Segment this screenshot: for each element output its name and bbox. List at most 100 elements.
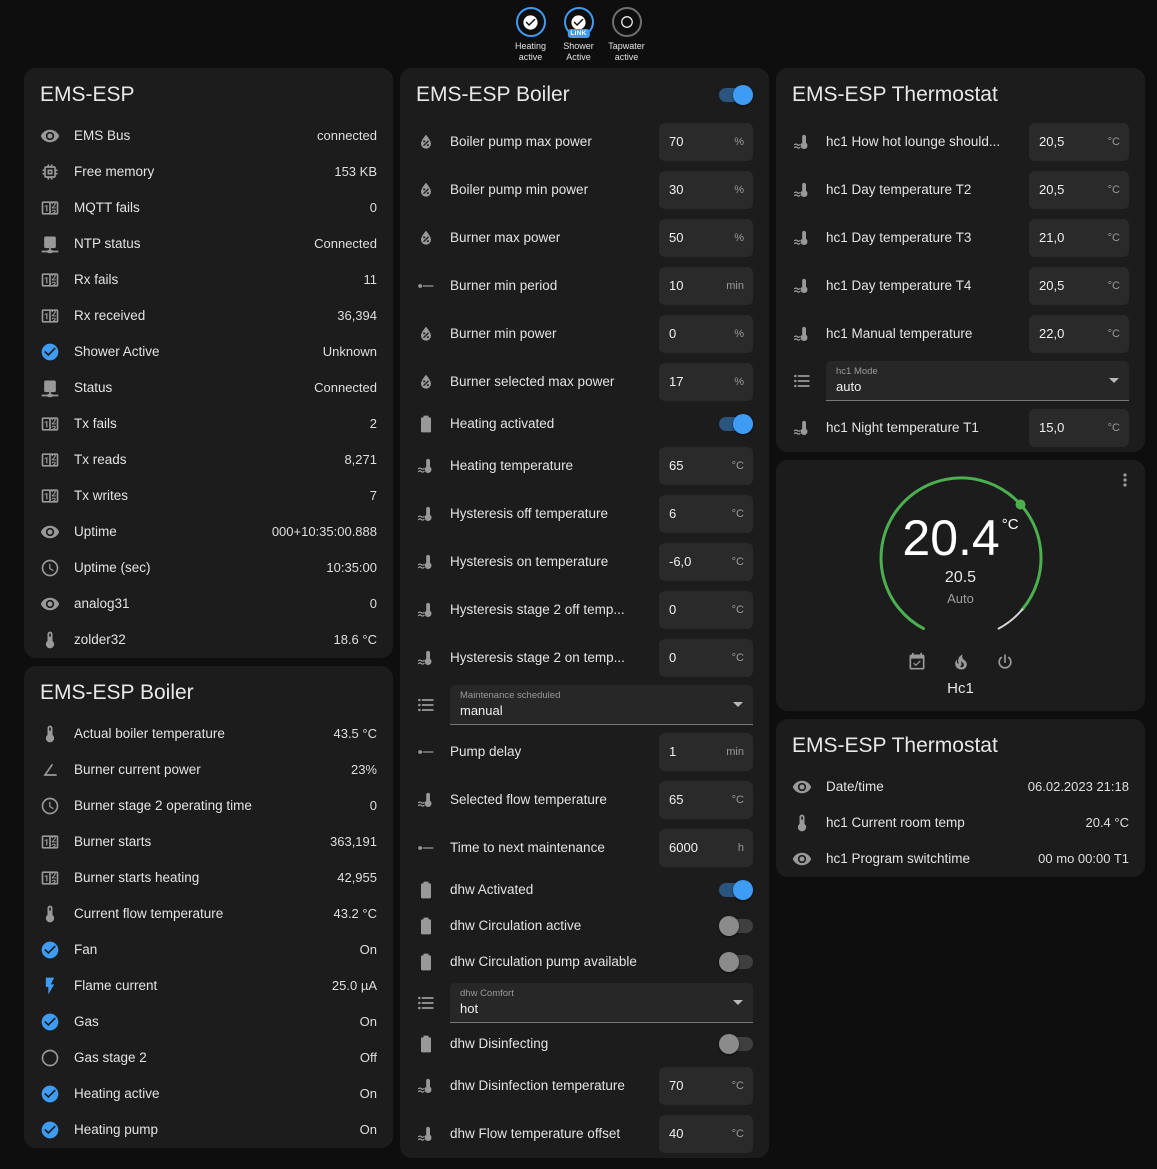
thermostat-dial[interactable]	[866, 470, 1056, 650]
sensor-row[interactable]: Current flow temperature 43.2 °C	[24, 896, 393, 932]
more-menu-icon[interactable]	[1115, 470, 1135, 490]
sensor-row[interactable]: NTP status Connected	[24, 226, 393, 262]
toggle-row[interactable]: dhw Circulation active	[400, 908, 769, 944]
number-row[interactable]: Hysteresis stage 2 on temp... 0 °C	[400, 634, 769, 682]
number-input[interactable]: 0 %	[659, 315, 753, 353]
number-row[interactable]: dhw Disinfection temperature 70 °C	[400, 1062, 769, 1110]
number-input[interactable]: 0 °C	[659, 639, 753, 677]
sensor-row[interactable]: Free memory 153 KB	[24, 154, 393, 190]
heat-mode-button[interactable]	[951, 652, 971, 672]
select-input[interactable]: dhw Comfort hot	[450, 983, 753, 1023]
number-row[interactable]: hc1 How hot lounge should... 20,5 °C	[776, 118, 1145, 166]
sensor-row[interactable]: Heating pump On	[24, 1112, 393, 1148]
number-row[interactable]: hc1 Night temperature T1 15,0 °C	[776, 404, 1145, 452]
sensor-row[interactable]: Actual boiler temperature 43.5 °C	[24, 716, 393, 752]
number-input[interactable]: 20,5 °C	[1029, 123, 1129, 161]
number-input[interactable]: 10 min	[659, 267, 753, 305]
select-row[interactable]: dhw Comfort hot	[400, 980, 769, 1026]
off-mode-button[interactable]	[995, 652, 1015, 672]
number-input[interactable]: 50 %	[659, 219, 753, 257]
sensor-row[interactable]: Flame current 25.0 µA	[24, 968, 393, 1004]
sensor-row[interactable]: Burner current power 23%	[24, 752, 393, 788]
sensor-row[interactable]: Burner starts 363,191	[24, 824, 393, 860]
number-row[interactable]: hc1 Manual temperature 22,0 °C	[776, 310, 1145, 358]
number-input[interactable]: 20,5 °C	[1029, 267, 1129, 305]
number-input[interactable]: 15,0 °C	[1029, 409, 1129, 447]
sensor-row[interactable]: Rx received 36,394	[24, 298, 393, 334]
sensor-row[interactable]: zolder32 18.6 °C	[24, 622, 393, 658]
number-row[interactable]: Burner min power 0 %	[400, 310, 769, 358]
select-input[interactable]: Maintenance scheduled manual	[450, 685, 753, 725]
toggle-switch[interactable]	[719, 880, 753, 900]
number-input[interactable]: 6000 h	[659, 829, 753, 867]
sensor-row[interactable]: Tx reads 8,271	[24, 442, 393, 478]
number-row[interactable]: Hysteresis stage 2 off temp... 0 °C	[400, 586, 769, 634]
number-row[interactable]: Boiler pump max power 70 %	[400, 118, 769, 166]
number-row[interactable]: Burner selected max power 17 %	[400, 358, 769, 406]
sensor-row[interactable]: EMS Bus connected	[24, 118, 393, 154]
toggle-row[interactable]: dhw Activated	[400, 872, 769, 908]
sensor-row[interactable]: Heating active On	[24, 1076, 393, 1112]
sensor-row[interactable]: hc1 Current room temp 20.4 °C	[776, 805, 1145, 841]
number-input[interactable]: 20,5 °C	[1029, 171, 1129, 209]
toggle-row[interactable]: dhw Disinfecting	[400, 1026, 769, 1062]
number-row[interactable]: Burner max power 50 %	[400, 214, 769, 262]
number-input[interactable]: 6 °C	[659, 495, 753, 533]
sensor-row[interactable]: Shower Active Unknown	[24, 334, 393, 370]
number-row[interactable]: hc1 Day temperature T4 20,5 °C	[776, 262, 1145, 310]
number-input[interactable]: 65 °C	[659, 447, 753, 485]
number-row[interactable]: Boiler pump min power 30 %	[400, 166, 769, 214]
badge-heating-active[interactable]: Heating active	[509, 7, 553, 64]
sensor-row[interactable]: analog31 0	[24, 586, 393, 622]
sensor-row[interactable]: Burner starts heating 42,955	[24, 860, 393, 896]
number-row[interactable]: dhw Flow temperature offset 40 °C	[400, 1110, 769, 1158]
toggle-row[interactable]: Heating activated	[400, 406, 769, 442]
sensor-row[interactable]: Uptime (sec) 10:35:00	[24, 550, 393, 586]
sensor-row[interactable]: Uptime 000+10:35:00.888	[24, 514, 393, 550]
sensor-row[interactable]: Tx writes 7	[24, 478, 393, 514]
number-input[interactable]: 70 %	[659, 123, 753, 161]
toggle-switch[interactable]	[719, 952, 753, 972]
number-input[interactable]: 65 °C	[659, 781, 753, 819]
number-row[interactable]: Heating temperature 65 °C	[400, 442, 769, 490]
number-row[interactable]: hc1 Day temperature T3 21,0 °C	[776, 214, 1145, 262]
sensor-row[interactable]: MQTT fails 0	[24, 190, 393, 226]
number-input[interactable]: 40 °C	[659, 1115, 753, 1153]
select-row[interactable]: Maintenance scheduled manual	[400, 682, 769, 728]
sensor-row[interactable]: Status Connected	[24, 370, 393, 406]
number-input[interactable]: 22,0 °C	[1029, 315, 1129, 353]
sensor-row[interactable]: Burner stage 2 operating time 0	[24, 788, 393, 824]
number-row[interactable]: Selected flow temperature 65 °C	[400, 776, 769, 824]
badge-shower-active[interactable]: LINK Shower Active	[557, 7, 601, 64]
boiler-enabled-toggle[interactable]	[719, 85, 753, 105]
number-input[interactable]: 0 °C	[659, 591, 753, 629]
number-row[interactable]: Time to next maintenance 6000 h	[400, 824, 769, 872]
sensor-row[interactable]: Gas On	[24, 1004, 393, 1040]
number-input[interactable]: 17 %	[659, 363, 753, 401]
sensor-row[interactable]: Fan On	[24, 932, 393, 968]
number-input[interactable]: 21,0 °C	[1029, 219, 1129, 257]
select-row[interactable]: hc1 Mode auto	[776, 358, 1145, 404]
badge-tapwater-active[interactable]: Tapwater active	[605, 7, 649, 64]
sensor-row[interactable]: Date/time 06.02.2023 21:18	[776, 769, 1145, 805]
number-row[interactable]: Burner min period 10 min	[400, 262, 769, 310]
toggle-switch[interactable]	[719, 414, 753, 434]
toggle-switch[interactable]	[719, 1034, 753, 1054]
sensor-row[interactable]: Gas stage 2 Off	[24, 1040, 393, 1076]
number-row[interactable]: hc1 Day temperature T2 20,5 °C	[776, 166, 1145, 214]
sensor-row[interactable]: hc1 Program switchtime 00 mo 00:00 T1	[776, 841, 1145, 877]
number-input[interactable]: 1 min	[659, 733, 753, 771]
flash-icon	[40, 976, 60, 996]
number-row[interactable]: Pump delay 1 min	[400, 728, 769, 776]
number-row[interactable]: Hysteresis off temperature 6 °C	[400, 490, 769, 538]
toggle-row[interactable]: dhw Circulation pump available	[400, 944, 769, 980]
number-input[interactable]: 70 °C	[659, 1067, 753, 1105]
number-input[interactable]: 30 %	[659, 171, 753, 209]
number-row[interactable]: Hysteresis on temperature -6,0 °C	[400, 538, 769, 586]
sensor-row[interactable]: Tx fails 2	[24, 406, 393, 442]
select-input[interactable]: hc1 Mode auto	[826, 361, 1129, 401]
schedule-mode-button[interactable]	[907, 652, 927, 672]
number-input[interactable]: -6,0 °C	[659, 543, 753, 581]
toggle-switch[interactable]	[719, 916, 753, 936]
sensor-row[interactable]: Rx fails 11	[24, 262, 393, 298]
